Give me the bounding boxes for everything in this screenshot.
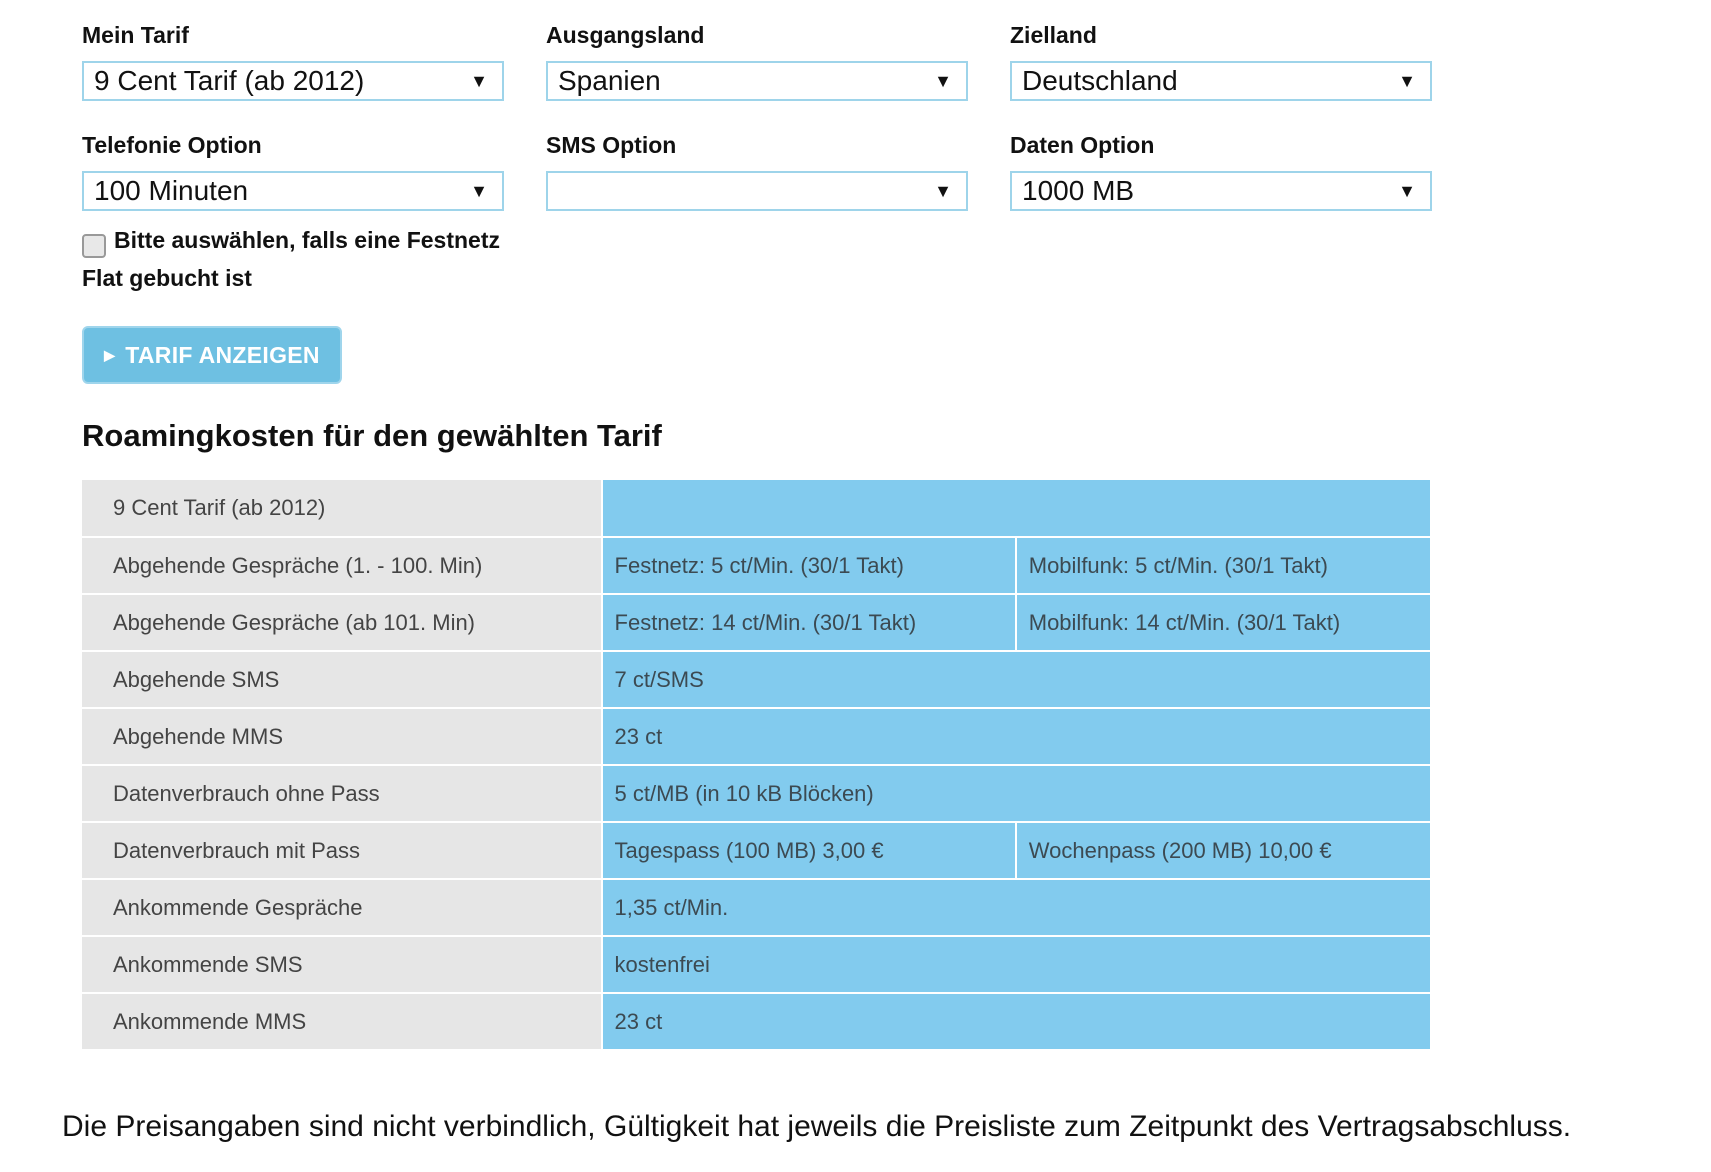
row-label: Abgehende Gespräche (ab 101. Min)	[82, 594, 603, 652]
telefonie-select-value: 100 Minuten	[94, 175, 249, 206]
row-value: Festnetz: 14 ct/Min. (30/1 Takt)	[601, 594, 1016, 652]
table-row: Ankommende Gespräche 1,35 ct/Min.	[82, 879, 1430, 937]
table-row: Datenverbrauch ohne Pass 5 ct/MB (in 10 k…	[82, 765, 1430, 823]
tarif-select-value: 9 Cent Tarif (ab 2012)	[94, 65, 365, 96]
dropdown-arrow-icon: ▼	[1398, 70, 1416, 91]
daten-select-value: 1000 MB	[1022, 175, 1135, 206]
festnetz-flat-option: Bitte auswählen, falls eine Festnetz Fla…	[82, 221, 512, 297]
row-value: Festnetz: 5 ct/Min. (30/1 Takt)	[601, 537, 1016, 595]
zielland-label: Zielland	[1010, 22, 1097, 48]
row-value: 23 ct	[601, 708, 1430, 766]
festnetz-flat-label: Bitte auswählen, falls eine Festnetz Fla…	[82, 227, 500, 291]
row-value-secondary: Mobilfunk: 14 ct/Min. (30/1 Takt)	[1014, 594, 1430, 652]
telefonie-label: Telefonie Option	[82, 132, 262, 158]
row-value: 1,35 ct/Min.	[601, 879, 1430, 937]
ausgangsland-label: Ausgangsland	[546, 22, 705, 48]
play-icon: ▶	[104, 346, 116, 363]
roaming-table: 9 Cent Tarif (ab 2012) Abgehende Gespräc…	[82, 480, 1430, 1051]
section-heading: Roamingkosten für den gewählten Tarif	[82, 418, 662, 453]
row-label: Ankommende SMS	[82, 936, 603, 994]
table-row: Abgehende SMS 7 ct/SMS	[82, 651, 1430, 709]
sms-label: SMS Option	[546, 132, 677, 158]
disclaimer-text: Die Preisangaben sind nicht verbindlich,…	[62, 1110, 1572, 1143]
dropdown-arrow-icon: ▼	[470, 180, 488, 201]
table-row: Datenverbrauch mit Pass Tagespass (100 MB…	[82, 822, 1430, 880]
row-value-secondary: Wochenpass (200 MB) 10,00 €	[1014, 822, 1430, 880]
tarif-select[interactable]: 9 Cent Tarif (ab 2012) ▼	[82, 61, 504, 101]
table-row: Abgehende MMS 23 ct	[82, 708, 1430, 766]
row-label: Ankommende MMS	[82, 993, 603, 1051]
tarif-label: Mein Tarif	[82, 22, 189, 48]
daten-label: Daten Option	[1010, 132, 1155, 158]
table-row: Abgehende Gespräche (ab 101. Min) Festnet…	[82, 594, 1430, 652]
zielland-field: Zielland Deutschland ▼	[1010, 22, 1432, 101]
daten-select[interactable]: 1000 MB ▼	[1010, 171, 1432, 211]
dropdown-arrow-icon: ▼	[470, 70, 488, 91]
festnetz-flat-checkbox[interactable]	[82, 233, 106, 258]
zielland-select-value: Deutschland	[1022, 65, 1178, 96]
table-row: Ankommende SMS kostenfrei	[82, 936, 1430, 994]
row-label: Abgehende SMS	[82, 651, 603, 709]
row-label: Abgehende Gespräche (1. - 100. Min)	[82, 537, 603, 595]
dropdown-arrow-icon: ▼	[934, 180, 952, 201]
tarif-field: Mein Tarif 9 Cent Tarif (ab 2012) ▼	[82, 22, 504, 101]
row-label: Abgehende MMS	[82, 708, 603, 766]
row-label: Datenverbrauch ohne Pass	[82, 765, 603, 823]
table-header-label: 9 Cent Tarif (ab 2012)	[82, 480, 603, 538]
ausgangsland-select[interactable]: Spanien ▼	[546, 61, 968, 101]
row-value: 7 ct/SMS	[601, 651, 1430, 709]
ausgangsland-field: Ausgangsland Spanien ▼	[546, 22, 968, 101]
dropdown-arrow-icon: ▼	[934, 70, 952, 91]
telefonie-select[interactable]: 100 Minuten ▼	[82, 171, 504, 211]
table-row: Ankommende MMS 23 ct	[82, 993, 1430, 1051]
row-label: Ankommende Gespräche	[82, 879, 603, 937]
sms-select[interactable]: ▼	[546, 171, 968, 211]
tariff-calculator: Mein Tarif 9 Cent Tarif (ab 2012) ▼ Ausg…	[82, 0, 1432, 1051]
table-row: Abgehende Gespräche (1. - 100. Min) Festn…	[82, 537, 1430, 595]
daten-field: Daten Option 1000 MB ▼	[1010, 132, 1432, 211]
zielland-select[interactable]: Deutschland ▼	[1010, 61, 1432, 101]
form-row-1: Mein Tarif 9 Cent Tarif (ab 2012) ▼ Ausg…	[82, 0, 1432, 101]
row-value: Tagespass (100 MB) 3,00 €	[601, 822, 1016, 880]
telefonie-field: Telefonie Option 100 Minuten ▼	[82, 132, 504, 211]
row-value-secondary: Mobilfunk: 5 ct/Min. (30/1 Takt)	[1014, 537, 1430, 595]
row-value: kostenfrei	[601, 936, 1430, 994]
sms-field: SMS Option ▼	[546, 132, 968, 211]
table-header-value	[601, 480, 1430, 538]
ausgangsland-select-value: Spanien	[558, 65, 661, 96]
row-value: 23 ct	[601, 993, 1430, 1051]
form-row-2: Telefonie Option 100 Minuten ▼ SMS Optio…	[82, 132, 1432, 211]
tarif-anzeigen-label: TARIF ANZEIGEN	[125, 341, 320, 368]
table-header-row: 9 Cent Tarif (ab 2012)	[82, 480, 1430, 538]
row-label: Datenverbrauch mit Pass	[82, 822, 603, 880]
row-value: 5 ct/MB (in 10 kB Blöcken)	[601, 765, 1430, 823]
dropdown-arrow-icon: ▼	[1398, 180, 1416, 201]
tarif-anzeigen-button[interactable]: ▶ TARIF ANZEIGEN	[82, 326, 342, 384]
